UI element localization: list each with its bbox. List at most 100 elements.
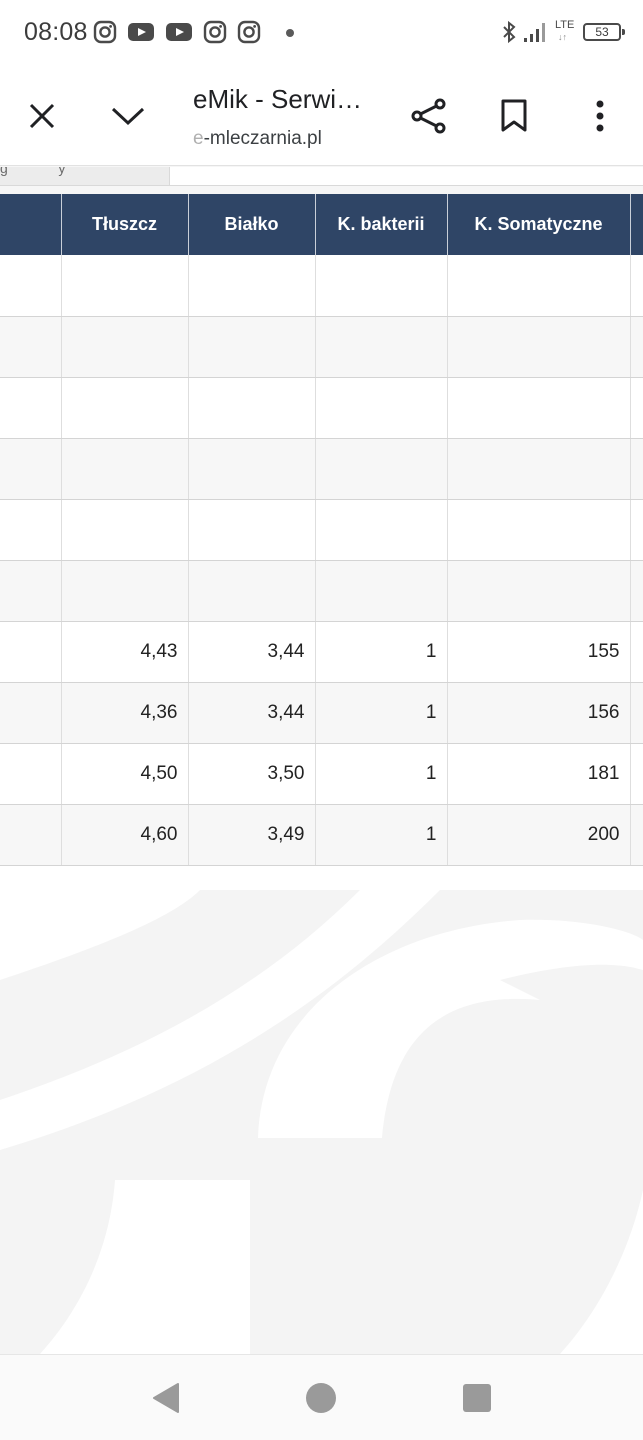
table-cell: 156 <box>447 682 631 744</box>
share-button[interactable] <box>403 90 455 142</box>
status-time: 08:08 <box>24 18 88 46</box>
col-header-tluszcz[interactable]: Tłuszcz <box>61 194 189 255</box>
logo-watermark <box>0 890 643 1354</box>
data-arrows-icon: ↓↑ <box>558 32 567 42</box>
close-icon <box>29 103 55 129</box>
close-button[interactable] <box>16 90 68 142</box>
table-cell: 1 <box>315 743 448 805</box>
table-cell <box>0 499 62 561</box>
table-cell <box>630 255 643 317</box>
table-row <box>0 499 643 561</box>
table-row <box>0 560 643 622</box>
table-cell <box>0 255 62 317</box>
instagram-icon <box>93 20 117 44</box>
more-vert-icon <box>596 100 604 132</box>
strip-tab-text-fragment: g y <box>0 167 66 176</box>
table-cell <box>630 743 643 805</box>
table-cell <box>630 499 643 561</box>
bookmark-button[interactable] <box>488 90 540 142</box>
table-row: 4,60 3,49 1 200 <box>0 804 643 866</box>
bluetooth-icon <box>503 20 516 44</box>
table-cell <box>447 316 631 378</box>
table-cell: 181 <box>447 743 631 805</box>
instagram-icon <box>203 20 227 44</box>
col-header-first[interactable] <box>0 194 62 255</box>
strip-tab[interactable]: g y <box>0 167 170 185</box>
table-cell <box>630 621 643 683</box>
table-row <box>0 438 643 500</box>
table-cell <box>630 682 643 744</box>
table-cell <box>630 377 643 439</box>
table-cell: 155 <box>447 621 631 683</box>
table-row <box>0 255 643 317</box>
table-cell <box>0 438 62 500</box>
chevron-down-icon <box>111 107 145 126</box>
lte-label: LTE <box>555 19 575 31</box>
table-cell <box>315 438 448 500</box>
scrolled-filter-strip: g y <box>0 167 643 186</box>
table-cell <box>188 377 316 439</box>
table-cell <box>188 316 316 378</box>
table-cell: 3,44 <box>188 621 316 683</box>
table-cell <box>0 377 62 439</box>
table-cell <box>61 316 189 378</box>
table-cell: 1 <box>315 682 448 744</box>
table-cell <box>0 804 62 866</box>
battery-icon: 53 <box>583 23 625 41</box>
table-cell <box>447 499 631 561</box>
url-domain: -mleczarnia.pl <box>203 128 322 149</box>
table-cell <box>61 499 189 561</box>
home-icon[interactable] <box>304 1381 338 1415</box>
browser-toolbar: eMik - Serwi… e-mleczarnia.pl <box>0 66 643 166</box>
back-icon[interactable] <box>150 1381 184 1415</box>
table-cell <box>188 499 316 561</box>
table-cell <box>447 560 631 622</box>
youtube-icon <box>128 23 154 41</box>
table-cell: 4,50 <box>61 743 189 805</box>
table-row <box>0 377 643 439</box>
status-bar: 08:08 LTE ↓↑ 53 <box>0 0 643 66</box>
col-header-k-bakterii[interactable]: K. bakterii <box>315 194 448 255</box>
table-cell <box>188 438 316 500</box>
table-cell <box>315 499 448 561</box>
table-cell <box>447 438 631 500</box>
table-cell: 3,49 <box>188 804 316 866</box>
table-cell <box>447 377 631 439</box>
table-cell <box>0 560 62 622</box>
table-cell <box>61 255 189 317</box>
page-bottom-spacer <box>0 866 643 890</box>
col-header-last[interactable] <box>630 194 643 255</box>
table-cell <box>61 377 189 439</box>
table-cell: 3,44 <box>188 682 316 744</box>
table-cell <box>188 560 316 622</box>
url-faded-part: e <box>193 128 204 149</box>
lte-indicator: LTE ↓↑ <box>555 19 577 45</box>
table-cell <box>630 316 643 378</box>
system-icons: LTE ↓↑ 53 <box>501 19 625 45</box>
table-cell: 1 <box>315 621 448 683</box>
table-cell <box>188 255 316 317</box>
table-cell <box>0 621 62 683</box>
table-cell <box>61 560 189 622</box>
youtube-icon <box>166 23 192 41</box>
table-row: 4,43 3,44 1 155 <box>0 621 643 683</box>
minimize-button[interactable] <box>102 90 154 142</box>
recents-icon[interactable] <box>460 1381 494 1415</box>
background-watermark <box>0 890 643 1354</box>
table-row <box>0 316 643 378</box>
table-cell <box>315 316 448 378</box>
table-cell: 4,36 <box>61 682 189 744</box>
more-notifications-dot <box>286 29 294 37</box>
share-icon <box>411 98 446 134</box>
table-cell: 200 <box>447 804 631 866</box>
table-row: 4,36 3,44 1 156 <box>0 682 643 744</box>
table-cell <box>0 743 62 805</box>
bookmark-icon <box>501 99 527 132</box>
col-header-bialko[interactable]: Białko <box>188 194 316 255</box>
more-options-button[interactable] <box>574 90 626 142</box>
col-header-k-somatyczne[interactable]: K. Somatyczne <box>447 194 631 255</box>
table-header-row: Tłuszcz Białko K. bakterii K. Somatyczne <box>0 194 643 255</box>
table-cell: 1 <box>315 804 448 866</box>
table-cell: 3,50 <box>188 743 316 805</box>
table-cell <box>630 804 643 866</box>
